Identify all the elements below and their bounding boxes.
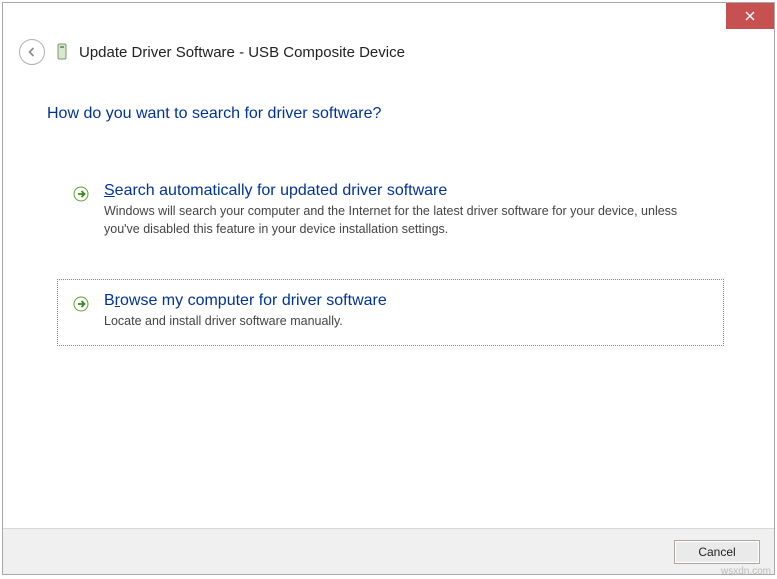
close-button[interactable]	[726, 3, 774, 29]
close-icon	[745, 11, 755, 21]
cancel-button[interactable]: Cancel	[674, 540, 760, 564]
back-arrow-icon	[26, 46, 38, 58]
option-browse-computer[interactable]: Browse my computer for driver software L…	[57, 279, 724, 346]
footer: Cancel	[3, 528, 774, 574]
option-title: Browse my computer for driver software	[104, 292, 707, 310]
header-title: Update Driver Software - USB Composite D…	[79, 44, 405, 61]
option-description: Windows will search your computer and th…	[104, 203, 707, 238]
content-area: How do you want to search for driver sof…	[3, 77, 774, 528]
device-icon	[55, 43, 69, 61]
arrow-right-icon	[72, 295, 90, 313]
option-body: Search automatically for updated driver …	[104, 182, 707, 238]
titlebar	[3, 3, 774, 33]
question-heading: How do you want to search for driver sof…	[47, 105, 730, 123]
option-title: Search automatically for updated driver …	[104, 182, 707, 200]
option-body: Browse my computer for driver software L…	[104, 292, 707, 331]
back-button[interactable]	[19, 39, 45, 65]
watermark: wsxdn.com	[721, 566, 771, 577]
dialog-window: Update Driver Software - USB Composite D…	[2, 2, 775, 575]
header: Update Driver Software - USB Composite D…	[3, 33, 774, 77]
option-search-automatically[interactable]: Search automatically for updated driver …	[57, 169, 724, 253]
arrow-right-icon	[72, 185, 90, 203]
option-description: Locate and install driver software manua…	[104, 313, 707, 331]
